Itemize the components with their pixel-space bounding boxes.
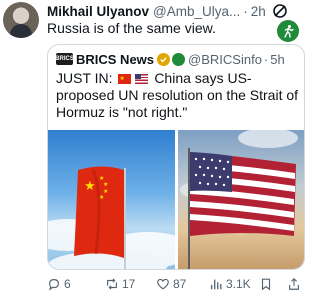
quoted-post[interactable]: BRICS BRICS News @BRICSinfo · 5h JUST IN… [47, 44, 305, 270]
grok-icon[interactable] [272, 3, 288, 19]
like-icon [157, 278, 169, 290]
verified-gold-icon [157, 52, 171, 66]
quoted-text-prefix: JUST IN: [56, 70, 113, 86]
repost-count: 17 [122, 277, 136, 291]
repost-icon [107, 278, 117, 290]
share-icon [289, 277, 299, 290]
like-count: 87 [173, 277, 187, 291]
runner-icon [284, 25, 294, 38]
post[interactable]: Mikhail Ulyanov @Amb_Ulya... · 2h Russia… [0, 0, 312, 293]
svg-text:★: ★ [99, 194, 104, 201]
quoted-text: JUST IN: China says US-proposed UN resol… [56, 70, 302, 121]
views-button[interactable]: 3.1K [209, 276, 251, 292]
quoted-header: BRICS BRICS News @BRICSinfo · 5h [55, 51, 285, 67]
svg-text:★: ★ [84, 179, 96, 194]
svg-text:★: ★ [103, 181, 108, 188]
author-handle[interactable]: @Amb_Ulya... [153, 4, 240, 19]
quoted-author-handle[interactable]: @BRICSinfo [188, 52, 262, 67]
quoted-affiliate-icon [172, 52, 186, 66]
reply-button[interactable]: 6 [47, 276, 71, 292]
post-text: Russia is of the same view. [47, 20, 216, 36]
like-button[interactable]: 87 [156, 276, 186, 292]
action-bar: 6 17 87 3.1K [47, 276, 307, 292]
post-header: Mikhail Ulyanov @Amb_Ulya... · 2h [47, 3, 266, 19]
affiliate-badge-icon[interactable] [277, 20, 299, 42]
reply-count: 6 [64, 277, 71, 291]
china-flag-icon [118, 71, 132, 88]
separator-dot: · [243, 3, 248, 19]
author-name[interactable]: Mikhail Ulyanov [47, 4, 149, 19]
brics-logo: BRICS [55, 53, 74, 65]
bookmark-icon [261, 278, 271, 291]
share-button[interactable] [287, 276, 304, 292]
quoted-time[interactable]: 5h [270, 52, 284, 67]
repost-button[interactable]: 17 [105, 276, 135, 292]
us-flag-image[interactable] [178, 130, 304, 269]
us-flag-icon [135, 74, 149, 84]
separator-dot: · [263, 51, 269, 67]
views-count: 3.1K [226, 277, 251, 291]
china-flag-image[interactable]: ★ ★ ★ ★ ★ [48, 130, 175, 269]
views-icon [210, 279, 222, 290]
post-time[interactable]: 2h [251, 4, 266, 19]
avatar[interactable] [3, 2, 39, 38]
bookmark-button[interactable] [259, 276, 276, 292]
reply-icon [49, 279, 59, 291]
quoted-author-name[interactable]: BRICS News [76, 52, 154, 67]
